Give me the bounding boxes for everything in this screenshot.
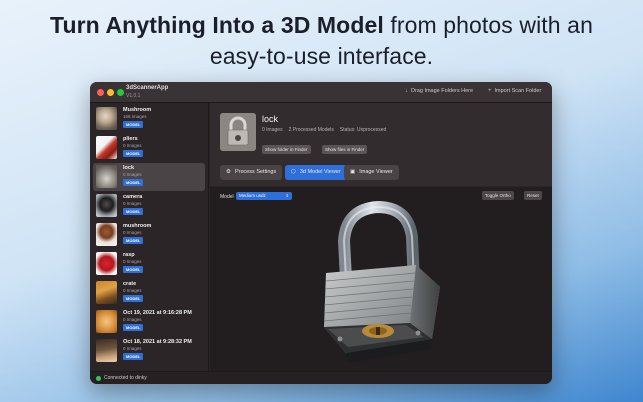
tab-label: 3d Model Viewer — [299, 169, 341, 175]
model-badge: MODEL — [123, 237, 144, 244]
title-bar: 3dScannerApp V1.0.1 ↓ Drag Image Folders … — [90, 82, 552, 103]
import-scan-folder-button[interactable]: + Import Scan Folder — [488, 88, 541, 94]
scan-item-rasp[interactable]: rasp 0 Images MODEL — [93, 250, 205, 278]
scan-image-count: 0 Images — [123, 172, 142, 177]
toggle-ortho-button[interactable]: Toggle Ortho — [482, 191, 514, 200]
status-bar: Connected to dinky — [90, 371, 552, 384]
scan-item-mushroom-2[interactable]: mushroom 0 Images MODEL — [93, 221, 205, 249]
scan-thumbnail — [96, 223, 117, 246]
scan-item-pliers[interactable]: pliers 0 Images MODEL — [93, 134, 205, 162]
scan-image-count: 0 Images — [123, 288, 142, 293]
scan-thumbnail — [96, 136, 117, 159]
model-badge: MODEL — [123, 266, 144, 273]
scan-header: lock 0 Images 2 Processed Models Status: U… — [210, 103, 552, 186]
scan-image-count: 0 Images — [123, 346, 142, 351]
model-viewer[interactable]: Model Medium usdz ⇕ Toggle Ortho Reset — [210, 187, 552, 371]
scan-name: pliers — [123, 136, 138, 142]
tab-process-settings[interactable]: ⚙ Process Settings — [220, 165, 283, 180]
connection-status-text: Connected to dinky — [104, 375, 147, 381]
scan-item-oct18[interactable]: Oct 18, 2021 at 9:28:32 PM 0 Images MODE… — [93, 337, 205, 365]
scan-item-oct19[interactable]: Oct 19, 2021 at 9:16:28 PM 0 Images MODE… — [93, 308, 205, 336]
marketing-headline: Turn Anything Into a 3D Model from photo… — [0, 10, 643, 72]
headline-line-2: easy-to-use interface. — [209, 43, 434, 69]
scan-status: Status: Unprocessed — [339, 127, 387, 133]
show-folder-in-finder-button[interactable]: Show folder in Finder — [262, 145, 311, 154]
drag-folders-button[interactable]: ↓ Drag Image Folders Here — [405, 88, 473, 94]
model-select[interactable]: Medium usdz ⇕ — [236, 192, 292, 200]
headline-bold: Turn Anything Into a 3D Model — [50, 12, 384, 38]
app-version: V1.0.1 — [126, 93, 141, 99]
scan-item-camera[interactable]: camera 0 Images MODEL — [93, 192, 205, 220]
scan-thumbnail — [96, 310, 117, 333]
model-badge: MODEL — [123, 121, 144, 128]
tab-label: Image Viewer — [359, 169, 393, 175]
tab-label: Process Settings — [234, 169, 277, 175]
download-arrow-icon: ↓ — [405, 88, 408, 94]
reset-button[interactable]: Reset — [524, 191, 542, 200]
close-window-button[interactable] — [97, 89, 104, 96]
model-badge: MODEL — [123, 324, 144, 331]
model-label: Model — [220, 194, 234, 200]
scan-thumbnail — [96, 165, 117, 188]
scan-item-crate[interactable]: crate 0 Images MODEL — [93, 279, 205, 307]
scan-preview-thumbnail — [220, 113, 256, 151]
scan-list-sidebar[interactable]: Mushroom 168 Images MODEL pliers 0 Image… — [90, 103, 209, 371]
scan-thumbnail — [96, 107, 117, 130]
cube-icon: ⬡ — [291, 169, 296, 175]
scan-thumbnail — [96, 194, 117, 217]
plus-icon: + — [488, 88, 492, 94]
scan-image-count: 0 Images — [123, 143, 142, 148]
scan-name: crate — [123, 281, 137, 287]
scan-name: lock — [123, 165, 135, 171]
processed-models-count: 2 Processed Models — [288, 127, 334, 133]
zoom-window-button[interactable] — [117, 89, 124, 96]
model-badge: MODEL — [123, 179, 144, 186]
gear-icon: ⚙ — [226, 169, 231, 175]
scan-item-mushroom[interactable]: Mushroom 168 Images MODEL — [93, 105, 205, 133]
scan-thumbnail — [96, 252, 117, 275]
scan-image-count: 168 Images — [123, 114, 147, 119]
show-files-in-finder-button[interactable]: Show files in Finder — [322, 145, 368, 154]
scan-title: lock — [262, 114, 279, 124]
scan-thumbnail — [96, 339, 117, 362]
scan-image-count: 0 Images — [123, 230, 142, 235]
app-window: 3dScannerApp V1.0.1 ↓ Drag Image Folders … — [90, 82, 552, 384]
scan-thumbnail — [96, 281, 117, 304]
model-badge: MODEL — [123, 295, 144, 302]
chevron-updown-icon: ⇕ — [285, 193, 289, 198]
drag-folders-label: Drag Image Folders Here — [411, 88, 474, 94]
scan-name: Oct 19, 2021 at 9:16:28 PM — [123, 310, 192, 316]
scan-images-count: 0 Images — [262, 127, 283, 133]
lock-thumbnail-icon — [220, 113, 256, 151]
scan-name: Oct 18, 2021 at 9:28:32 PM — [123, 339, 192, 345]
model-badge: MODEL — [123, 150, 144, 157]
scan-name: mushroom — [123, 223, 152, 229]
scan-image-count: 0 Images — [123, 201, 142, 206]
3d-lock-model[interactable] — [306, 201, 456, 369]
scan-detail-panel: lock 0 Images 2 Processed Models Status: U… — [210, 103, 552, 371]
model-badge: MODEL — [123, 353, 144, 360]
scan-image-count: 0 Images — [123, 259, 142, 264]
headline-line-1: Turn Anything Into a 3D Model from photo… — [0, 10, 643, 41]
scan-name: rasp — [123, 252, 135, 258]
app-title: 3dScannerApp — [126, 85, 169, 91]
tab-image-viewer[interactable]: ▣ Image Viewer — [344, 165, 399, 180]
scan-name: Mushroom — [123, 107, 152, 113]
minimize-window-button[interactable] — [107, 89, 114, 96]
tab-3d-model-viewer[interactable]: ⬡ 3d Model Viewer — [285, 165, 347, 180]
model-badge: MODEL — [123, 208, 144, 215]
scan-meta: 0 Images 2 Processed Models Status: Unproc… — [262, 127, 392, 133]
image-icon: ▣ — [350, 169, 356, 175]
import-label: Import Scan Folder — [494, 88, 542, 94]
model-select-value: Medium usdz — [239, 193, 266, 198]
connection-status-icon — [96, 376, 101, 381]
scan-image-count: 0 Images — [123, 317, 142, 322]
scan-item-lock[interactable]: lock 0 Images MODEL — [93, 163, 205, 191]
headline-line1-rest: from photos with an — [383, 12, 593, 38]
scan-name: camera — [123, 194, 143, 200]
